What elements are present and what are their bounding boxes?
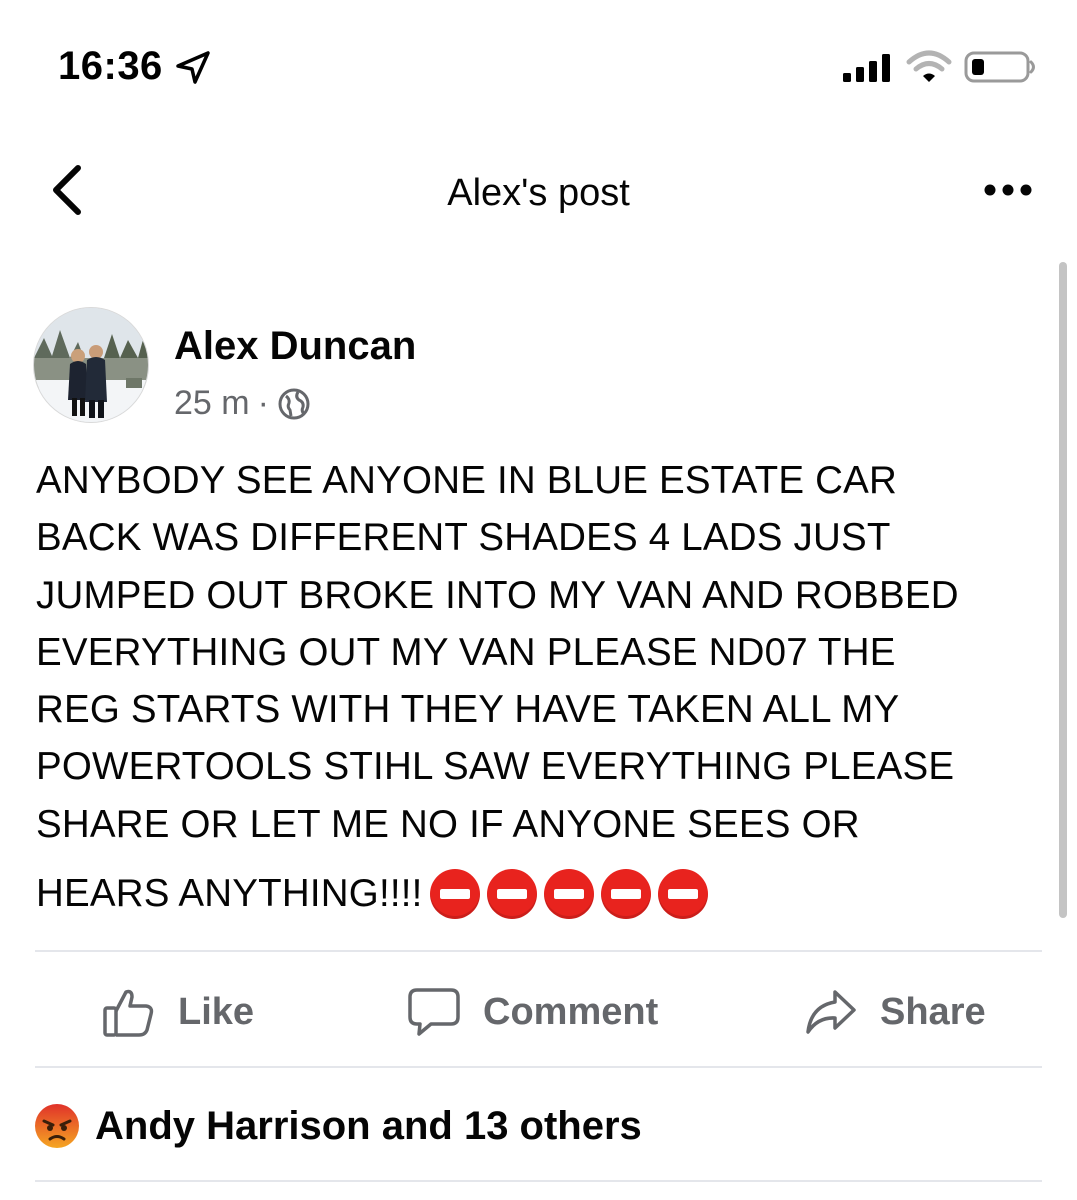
reactions-label: Andy Harrison and 13 others: [95, 1103, 642, 1148]
globe-icon: [278, 388, 310, 419]
page-title: Alex's post: [447, 172, 630, 214]
post-time[interactable]: 25 m: [174, 384, 250, 423]
avatar[interactable]: [33, 307, 149, 423]
divider: [35, 1066, 1042, 1068]
post-page: 16:36 Alex's post Alex Duncan 25 m · ANY…: [0, 0, 1077, 1200]
post-meta: 25 m ·: [174, 384, 311, 423]
post-text-line: HEARS ANYTHING!!!!: [36, 872, 423, 916]
no-entry-icon: [429, 868, 480, 919]
post-text-line: ANYBODY SEE ANYONE IN BLUE ESTATE CAR: [36, 459, 898, 502]
post-text-line: SHARE OR LET ME NO IF ANYONE SEES OR: [36, 802, 860, 846]
post-text-line: BACK WAS DIFFERENT SHADES 4 LADS JUST: [36, 516, 891, 560]
post-text-line: POWERTOOLS STIHL SAW EVERYTHING PLEASE: [36, 745, 955, 789]
post-text-line: EVERYTHING OUT MY VAN PLEASE ND07 THE: [36, 630, 896, 674]
divider: [35, 950, 1042, 952]
more-options-button[interactable]: [982, 178, 1034, 202]
no-entry-icon: [486, 868, 537, 919]
avatar-photo: [34, 308, 148, 422]
no-entry-icon: [657, 868, 708, 919]
like-button[interactable]: Like: [102, 984, 254, 1040]
share-button[interactable]: Share: [804, 984, 986, 1040]
comment-icon: [408, 988, 460, 1036]
angry-face-icon: [35, 1104, 79, 1148]
post-text-last-line: HEARS ANYTHING!!!!: [36, 865, 1046, 922]
no-entry-icon: [543, 868, 594, 919]
meta-separator: ·: [257, 384, 269, 422]
thumbs-up-icon: [103, 989, 154, 1037]
scrollbar[interactable]: [1059, 262, 1067, 918]
share-arrow-icon: [806, 990, 856, 1034]
post-text: ANYBODY SEE ANYONE IN BLUE ESTATE CAR BA…: [36, 452, 1046, 922]
wifi-icon: [906, 50, 952, 82]
status-time: 16:36: [58, 44, 163, 88]
comment-button[interactable]: Comment: [407, 984, 658, 1040]
cellular-signal-icon: [843, 54, 890, 82]
no-entry-icon: [600, 868, 651, 919]
share-label: Share: [880, 990, 986, 1033]
battery-icon: [964, 51, 1035, 83]
divider: [35, 1180, 1042, 1182]
author-name[interactable]: Alex Duncan: [174, 324, 416, 369]
comment-label: Comment: [483, 990, 659, 1033]
reactions-summary[interactable]: Andy Harrison and 13 others: [33, 1102, 642, 1150]
post-text-line: JUMPED OUT BROKE INTO MY VAN AND ROBBED: [36, 573, 959, 617]
like-label: Like: [178, 990, 255, 1033]
post-text-line: REG STARTS WITH THEY HAVE TAKEN ALL MY: [36, 688, 900, 732]
location-arrow-icon: [176, 51, 210, 84]
